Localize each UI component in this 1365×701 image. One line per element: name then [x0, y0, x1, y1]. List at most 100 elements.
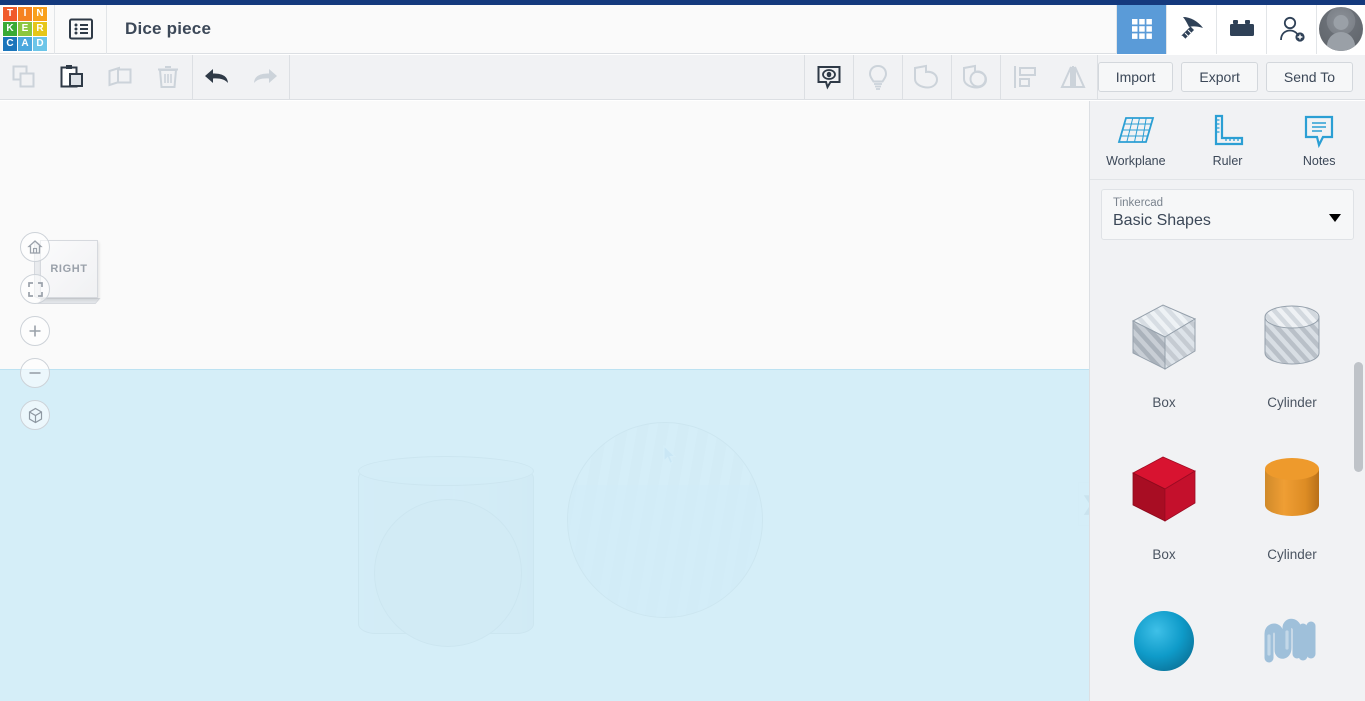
- show-hide-icon: [817, 66, 841, 90]
- brick-icon: [1229, 20, 1254, 36]
- zoom-in-button[interactable]: [20, 316, 50, 346]
- group-button[interactable]: [903, 55, 951, 100]
- shape-label: Box: [1152, 394, 1176, 410]
- shape-label: Cylinder: [1267, 546, 1317, 562]
- panel-toggle-button[interactable]: [55, 5, 106, 54]
- mirror-icon: [1060, 66, 1086, 88]
- box-solid-icon: [1132, 456, 1196, 522]
- shape-library-kicker: Tinkercad: [1113, 197, 1164, 209]
- tinkercad-app: TINKERCAD Dice piece Import Export Send …: [0, 0, 1365, 701]
- fit-view-icon: [27, 281, 43, 297]
- shape-item-cylinder-solid[interactable]: Cylinder: [1228, 424, 1356, 576]
- cylinder-solid-art: [1253, 439, 1331, 539]
- cylinder-top-ellipse: [358, 456, 534, 486]
- workplane-tool-button[interactable]: Workplane: [1090, 101, 1182, 179]
- shapes-scrollbar-thumb[interactable]: [1354, 362, 1363, 472]
- cube-perspective-icon: [28, 407, 42, 423]
- ruler-tool-label: Ruler: [1212, 153, 1243, 168]
- home-view-button[interactable]: [20, 232, 50, 262]
- ruler-tool-button[interactable]: Ruler: [1182, 101, 1274, 179]
- mirror-button[interactable]: [1049, 55, 1097, 100]
- logo-tile-c: C: [3, 37, 17, 51]
- 3d-viewport[interactable]: RIGHT: [0, 101, 1089, 701]
- avatar: [1319, 7, 1363, 51]
- logo-tile-e: E: [18, 22, 32, 36]
- perspective-toggle-button[interactable]: [20, 400, 50, 430]
- lightbulb-button[interactable]: [854, 55, 902, 100]
- app-header: TIN KER CAD Dice piece: [0, 4, 1365, 54]
- notes-tool-button[interactable]: Notes: [1273, 101, 1365, 179]
- home-view-circle: [20, 232, 50, 262]
- history-tool-group: [193, 55, 289, 100]
- zoom-in-circle: [20, 316, 50, 346]
- shape-label: Box: [1152, 546, 1176, 562]
- user-avatar-button[interactable]: [1316, 4, 1365, 54]
- group-icon: [913, 64, 938, 89]
- redo-button[interactable]: [241, 55, 289, 100]
- shape-item-sphere[interactable]: Sphere: [1100, 576, 1228, 701]
- shapes-list[interactable]: Box Cylinder Box Cylinder: [1090, 260, 1365, 701]
- workplane-grid-icon: [1117, 116, 1155, 143]
- blocks-brick-button[interactable]: [1216, 4, 1266, 54]
- shape-library-selector[interactable]: Tinkercad Basic Shapes: [1101, 189, 1354, 240]
- panel-collapse-handle[interactable]: ❯: [1078, 482, 1089, 526]
- cylinder-hole-icon: [1264, 305, 1320, 364]
- notes-bubble-icon: [1305, 115, 1334, 148]
- undo-button[interactable]: [193, 55, 241, 100]
- scribble-art: [1253, 591, 1331, 691]
- fit-view-button[interactable]: [20, 274, 50, 304]
- header-divider-2: [106, 4, 107, 54]
- edit-tool-group: [0, 55, 192, 100]
- export-button[interactable]: Export: [1181, 62, 1258, 92]
- shapes-scrollbar[interactable]: [1354, 264, 1363, 697]
- undo-icon: [205, 69, 228, 83]
- invite-person-button[interactable]: [1266, 4, 1316, 54]
- ruler-icon: [1214, 114, 1243, 145]
- workplane-tool-label: Workplane: [1106, 153, 1166, 168]
- document-title[interactable]: Dice piece: [125, 19, 211, 39]
- rounded-cylinder-object[interactable]: [358, 456, 534, 647]
- sphere-art: [1125, 591, 1203, 691]
- paste-button[interactable]: [48, 55, 96, 100]
- logo-tile-a: A: [18, 37, 32, 51]
- cylinder-hole-art: [1253, 287, 1331, 387]
- logo-tile-t: T: [3, 7, 17, 21]
- chevron-down-icon: [1329, 214, 1341, 222]
- pickaxe-icon: [1181, 17, 1203, 40]
- grid-apps-icon: [1131, 19, 1152, 39]
- plus-icon: [29, 325, 41, 337]
- minus-icon: [29, 372, 41, 374]
- ungroup-button[interactable]: [952, 55, 1000, 100]
- logo-tile-d: D: [33, 37, 47, 51]
- apps-grid-button[interactable]: [1116, 4, 1166, 54]
- align-button[interactable]: [1001, 55, 1049, 100]
- sphere-solid-icon: [1134, 610, 1194, 671]
- duplicate-button[interactable]: [96, 55, 144, 100]
- learn-pickaxe-button[interactable]: [1166, 4, 1216, 54]
- logo-tile-i: I: [18, 7, 32, 21]
- align-icon: [1013, 66, 1036, 88]
- send-to-button[interactable]: Send To: [1265, 62, 1353, 92]
- import-button[interactable]: Import: [1097, 62, 1174, 92]
- shape-item-cylinder-hole[interactable]: Cylinder: [1228, 272, 1356, 424]
- shape-item-box-hole[interactable]: Box: [1100, 272, 1228, 424]
- shape-item-box-solid[interactable]: Box: [1100, 424, 1228, 576]
- logo-tile-k: K: [3, 22, 17, 36]
- shape-item-scribble[interactable]: Scribble: [1228, 576, 1356, 701]
- copy-icon: [12, 65, 35, 88]
- view-tool-group: [803, 54, 1098, 100]
- paste-icon: [60, 65, 83, 88]
- duplicate-icon: [108, 66, 132, 87]
- tinkercad-logo[interactable]: TIN KER CAD: [2, 6, 48, 52]
- lightbulb-icon: [868, 64, 887, 90]
- shape-library-value: Basic Shapes: [1113, 212, 1211, 229]
- box-hole-art: [1125, 287, 1203, 387]
- sphere-below-plane: [568, 485, 762, 617]
- shape-library-selector-wrap: Tinkercad Basic Shapes: [1090, 180, 1365, 252]
- delete-button[interactable]: [144, 55, 192, 100]
- sphere-object[interactable]: [567, 422, 763, 618]
- copy-button[interactable]: [0, 55, 48, 100]
- zoom-out-button[interactable]: [20, 358, 50, 388]
- header-actions: [1116, 4, 1365, 54]
- show-hide-button[interactable]: [805, 55, 853, 100]
